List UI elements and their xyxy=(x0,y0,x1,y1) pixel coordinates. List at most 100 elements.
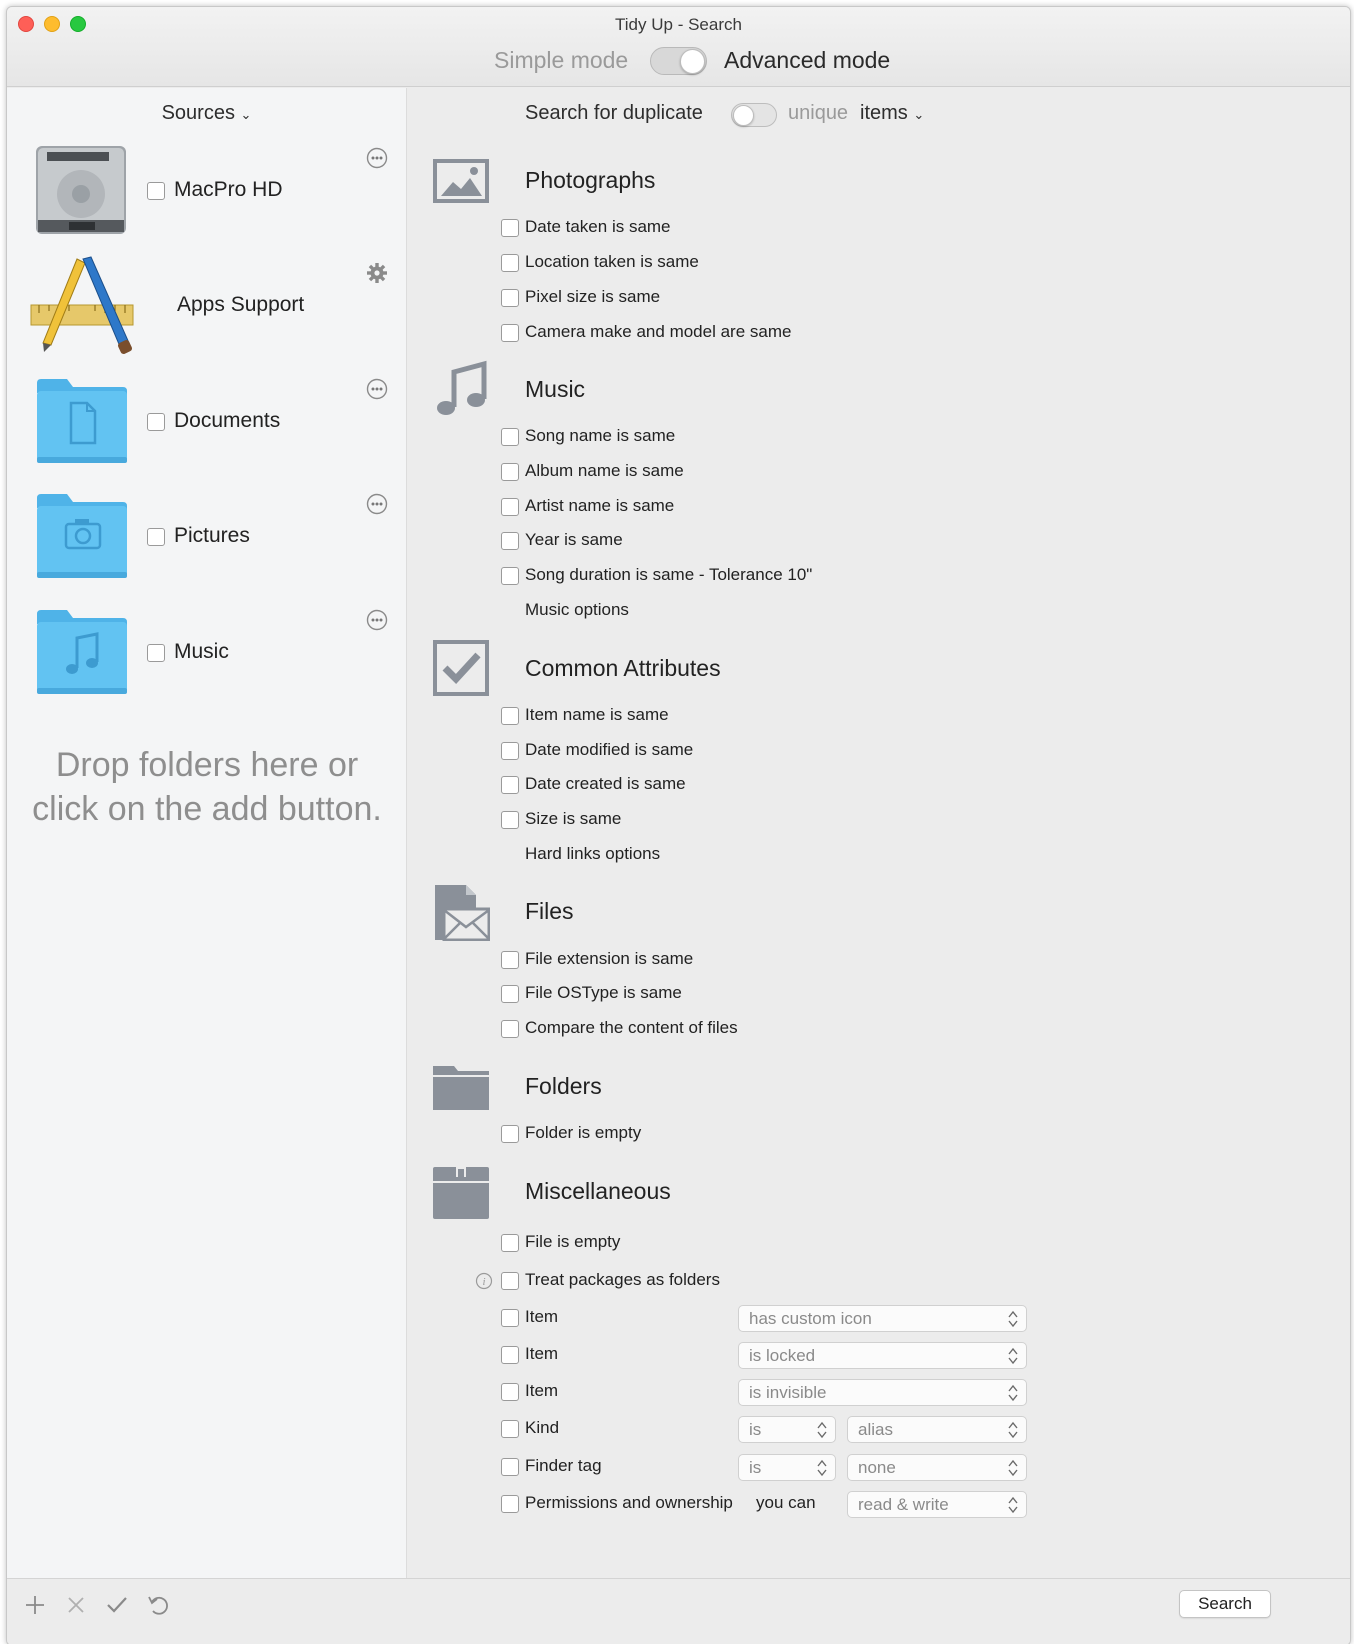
checkbox[interactable] xyxy=(501,951,519,969)
source-item-pictures[interactable]: Pictures xyxy=(7,486,407,596)
checkbox[interactable] xyxy=(501,985,519,1003)
add-icon[interactable] xyxy=(23,1593,47,1617)
checkbox[interactable] xyxy=(501,707,519,725)
rule-select-invisible[interactable]: is invisible xyxy=(738,1379,1027,1406)
mode-toggle[interactable] xyxy=(650,47,707,75)
sources-sidebar: Sources ⌄ MacPro HD Apps Support Documen… xyxy=(7,88,407,1578)
sources-menu[interactable]: Sources ⌄ xyxy=(7,102,406,125)
checkbox[interactable] xyxy=(501,1383,519,1401)
checkbox[interactable] xyxy=(501,567,519,585)
up-down-arrows-icon xyxy=(1008,1459,1018,1477)
checkbox[interactable] xyxy=(501,1458,519,1476)
source-item-apps-support[interactable]: Apps Support xyxy=(7,255,407,365)
rule-select-kind-value[interactable]: alias xyxy=(847,1416,1027,1443)
file-envelope-icon xyxy=(435,885,490,941)
music-note-icon xyxy=(437,360,487,415)
window-title: Tidy Up - Search xyxy=(615,15,742,34)
checkbox[interactable] xyxy=(501,1020,519,1038)
music-options-link[interactable]: Music options xyxy=(525,600,629,620)
checkbox[interactable] xyxy=(501,1125,519,1143)
rule-select-permissions[interactable]: read & write xyxy=(847,1491,1027,1518)
more-icon[interactable] xyxy=(366,147,388,169)
rule-select-tag-value[interactable]: none xyxy=(847,1454,1027,1481)
category-title-common-attributes: Common Attributes xyxy=(525,655,721,681)
category-title-files: Files xyxy=(525,898,574,924)
search-button[interactable]: Search xyxy=(1179,1590,1271,1618)
checkbox[interactable] xyxy=(501,1420,519,1438)
rule-select-tag-operator[interactable]: is xyxy=(738,1454,836,1481)
search-for-label: Search for duplicate xyxy=(525,102,703,124)
check-all-icon[interactable] xyxy=(105,1593,129,1617)
folder-icon xyxy=(433,1066,489,1110)
checkbox[interactable] xyxy=(501,428,519,446)
hard-links-options-link[interactable]: Hard links options xyxy=(525,844,660,864)
up-down-arrows-icon xyxy=(817,1459,827,1477)
checkbox[interactable] xyxy=(501,1272,519,1290)
checkmark-box-icon xyxy=(433,640,489,696)
checkbox[interactable] xyxy=(501,324,519,342)
reset-icon[interactable] xyxy=(146,1593,170,1617)
category-title-miscellaneous: Miscellaneous xyxy=(525,1178,671,1204)
up-down-arrows-icon xyxy=(1008,1421,1018,1439)
items-menu[interactable]: items ⌄ xyxy=(860,102,924,125)
more-icon[interactable] xyxy=(366,378,388,400)
you-can-label: you can xyxy=(756,1493,816,1512)
checkbox[interactable] xyxy=(501,289,519,307)
source-item-macpro-hd[interactable]: MacPro HD xyxy=(7,140,407,250)
checkbox[interactable] xyxy=(501,1346,519,1364)
checkbox[interactable] xyxy=(501,776,519,794)
checkbox[interactable] xyxy=(501,1495,519,1513)
more-icon[interactable] xyxy=(366,493,388,515)
checkbox[interactable] xyxy=(501,463,519,481)
checkbox[interactable] xyxy=(501,532,519,550)
hard-drive-icon xyxy=(36,146,126,234)
simple-mode-label[interactable]: Simple mode xyxy=(494,47,628,74)
checkbox[interactable] xyxy=(501,498,519,516)
checkbox[interactable] xyxy=(501,1234,519,1252)
source-label: Apps Support xyxy=(177,293,305,316)
remove-icon[interactable] xyxy=(64,1593,88,1617)
photo-icon xyxy=(433,159,489,203)
rule-select-kind-operator[interactable]: is xyxy=(738,1416,836,1443)
source-label: Pictures xyxy=(174,524,250,547)
app-store-icon xyxy=(30,256,134,354)
source-checkbox[interactable] xyxy=(147,528,165,546)
documents-folder-icon xyxy=(37,379,127,463)
bottom-toolbar: Search xyxy=(7,1578,1350,1644)
source-label: Music xyxy=(174,640,229,663)
chevron-down-icon: ⌄ xyxy=(240,107,252,122)
source-checkbox[interactable] xyxy=(147,413,165,431)
checkbox[interactable] xyxy=(501,219,519,237)
app-window: Tidy Up - Search Simple mode Advanced mo… xyxy=(6,6,1351,1644)
svg-text:i: i xyxy=(482,1276,485,1288)
source-item-music[interactable]: Music xyxy=(7,602,407,712)
box-icon xyxy=(433,1167,489,1219)
criteria-panel: Search for duplicate unique items ⌄ Phot… xyxy=(408,88,1350,1578)
gear-icon[interactable] xyxy=(366,262,388,284)
more-icon[interactable] xyxy=(366,609,388,631)
up-down-arrows-icon xyxy=(817,1421,827,1439)
mode-switch-row: Simple mode Advanced mode xyxy=(7,43,1350,77)
source-checkbox[interactable] xyxy=(147,182,165,200)
rule-select-custom-icon[interactable]: has custom icon xyxy=(738,1305,1027,1332)
checkbox[interactable] xyxy=(501,811,519,829)
duplicate-unique-toggle[interactable] xyxy=(731,103,777,127)
up-down-arrows-icon xyxy=(1008,1496,1018,1514)
source-item-documents[interactable]: Documents xyxy=(7,371,407,481)
checkbox[interactable] xyxy=(501,254,519,272)
category-title-photographs: Photographs xyxy=(525,167,656,193)
advanced-mode-label[interactable]: Advanced mode xyxy=(724,47,890,74)
category-title-music: Music xyxy=(525,376,586,402)
checkbox[interactable] xyxy=(501,1309,519,1327)
rule-select-locked[interactable]: is locked xyxy=(738,1342,1027,1369)
unique-label[interactable]: unique xyxy=(788,102,848,125)
chevron-down-icon: ⌄ xyxy=(913,107,925,122)
checkbox[interactable] xyxy=(501,742,519,760)
info-icon[interactable]: i xyxy=(475,1272,493,1290)
drop-folders-hint[interactable]: Drop folders here or click on the add bu… xyxy=(7,743,407,831)
source-label: MacPro HD xyxy=(174,178,283,201)
source-checkbox[interactable] xyxy=(147,644,165,662)
up-down-arrows-icon xyxy=(1008,1310,1018,1328)
music-folder-icon xyxy=(37,610,127,694)
category-title-folders: Folders xyxy=(525,1073,602,1099)
